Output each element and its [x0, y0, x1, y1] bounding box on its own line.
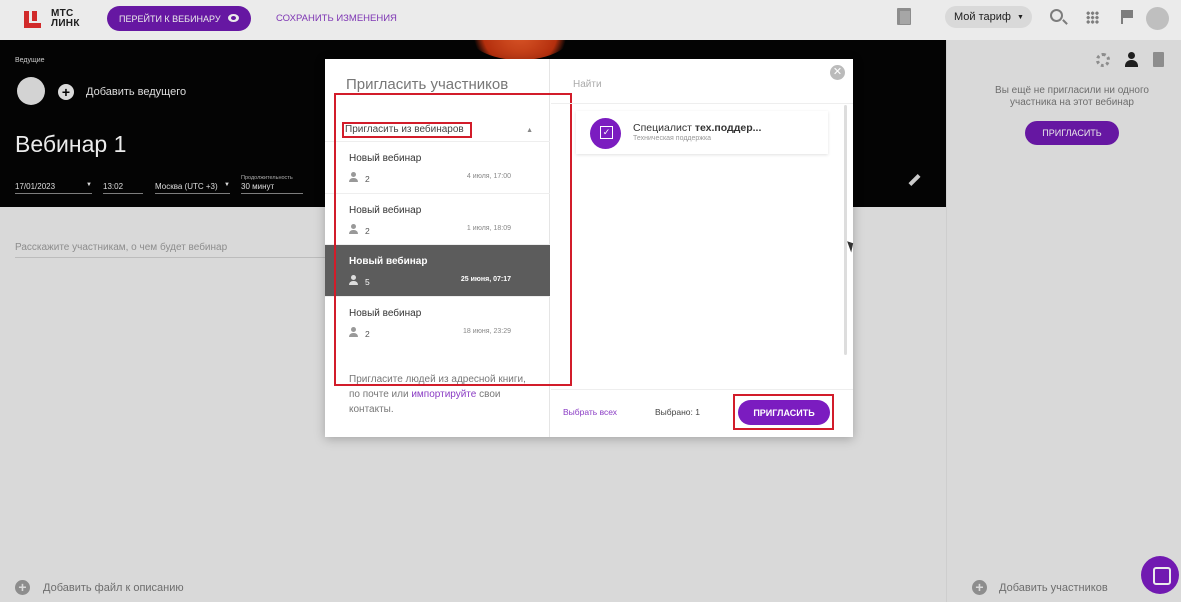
scrollbar[interactable] [844, 105, 847, 355]
selected-count: Выбрано: 1 [655, 407, 700, 417]
modal-left-pane: Пригласить участников Пригласить из веби… [325, 59, 572, 437]
contact-name-bold: тех.поддер... [694, 122, 762, 134]
close-icon[interactable]: ✕ [830, 65, 845, 80]
modal-right-pane: Найти Специалист тех.поддер... Техническ… [551, 59, 856, 437]
modal-title: Пригласить участников [346, 76, 509, 93]
contact-card[interactable]: Специалист тех.поддер... Техническая под… [576, 111, 828, 154]
search-input[interactable]: Найти [573, 79, 602, 90]
select-all-link[interactable]: Выбрать всех [563, 407, 617, 417]
highlight-box [733, 394, 834, 430]
contact-role: Техническая поддержка [633, 135, 712, 142]
invite-participants-modal: Пригласить участников Пригласить из веби… [325, 59, 856, 437]
divider [551, 103, 853, 104]
contact-name-prefix: Специалист [633, 122, 692, 134]
modal-footer: Выбрать всех Выбрано: 1 ПРИГЛАСИТЬ [551, 389, 853, 437]
checkbox-checked-icon[interactable] [590, 118, 621, 149]
highlight-box [334, 93, 572, 386]
import-link[interactable]: импортируйте [411, 389, 476, 400]
contact-name: Специалист тех.поддер... [633, 122, 761, 134]
